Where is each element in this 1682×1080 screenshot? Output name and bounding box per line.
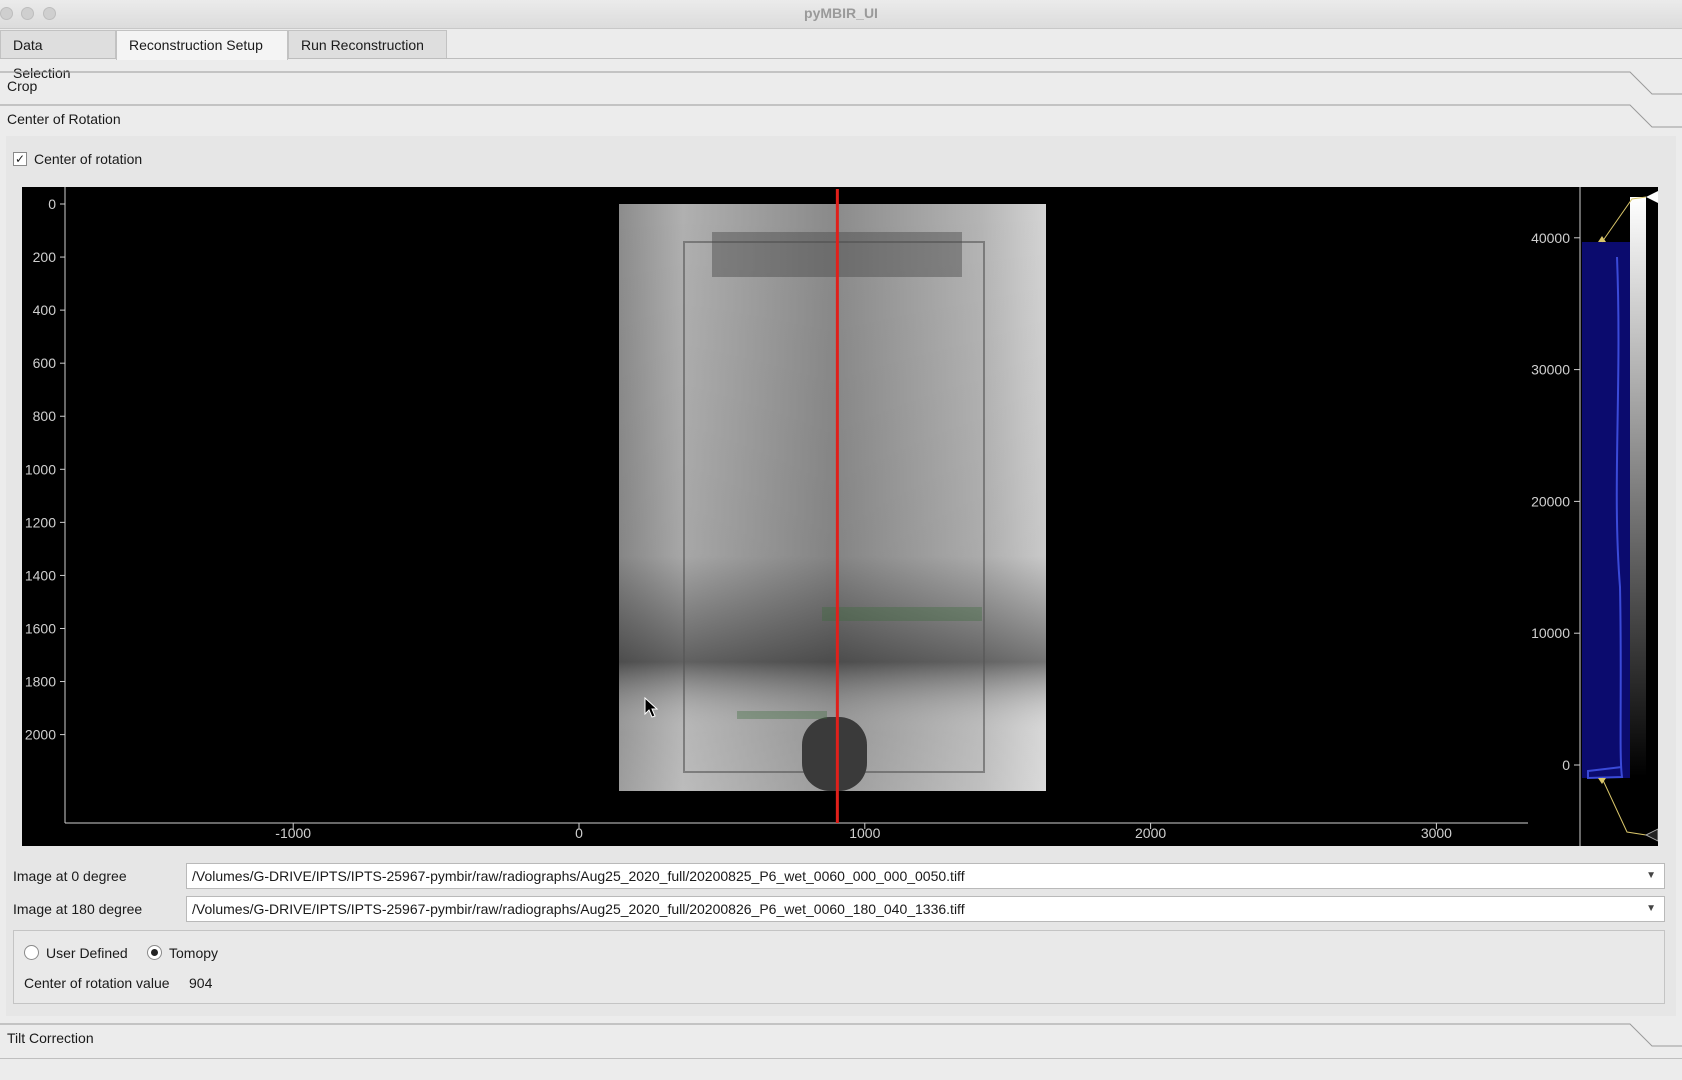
image-plot-y-axis: 0 200 400 600 800 1000 1200 1400 1600 1800 2000 — [25, 196, 65, 743]
histogram-tick-label: 0 — [1562, 757, 1570, 773]
window-title: pyMBIR_UI — [804, 5, 878, 21]
y-tick-label: 2000 — [25, 727, 56, 743]
chevron-down-icon: ▼ — [1646, 903, 1656, 914]
y-tick-label: 200 — [33, 249, 57, 265]
histogram-tick-label: 10000 — [1531, 625, 1570, 641]
tilt-section-divider — [0, 1023, 1682, 1047]
tilt-section-title: Tilt Correction — [7, 1030, 94, 1046]
histogram-axis: 40000 30000 20000 10000 0 — [1531, 230, 1580, 773]
tab-reconstruction-setup[interactable]: Reconstruction Setup — [116, 30, 288, 60]
y-tick-label: 400 — [33, 302, 57, 318]
crop-section-header[interactable]: Crop — [0, 70, 1682, 102]
x-tick-label: 2000 — [1135, 825, 1166, 841]
bottom-divider — [0, 1058, 1682, 1059]
histogram-tick-label: 30000 — [1531, 362, 1570, 378]
chevron-down-icon: ▼ — [1646, 870, 1656, 881]
histogram-tick-label: 40000 — [1531, 230, 1570, 246]
window-titlebar: pyMBIR_UI — [0, 0, 1682, 29]
y-tick-label: 1200 — [25, 514, 56, 530]
tomopy-label: Tomopy — [169, 945, 219, 961]
x-tick-label: -1000 — [275, 825, 311, 841]
tilt-section-header[interactable]: Tilt Correction — [0, 1022, 1682, 1054]
tomopy-radio[interactable] — [147, 945, 162, 960]
image-180-degree-label: Image at 180 degree — [13, 901, 143, 917]
image-0-degree-label: Image at 0 degree — [13, 868, 127, 884]
radiograph-image — [619, 204, 1046, 791]
x-tick-label: 1000 — [849, 825, 880, 841]
center-section-title: Center of Rotation — [7, 111, 121, 127]
y-tick-label: 1800 — [25, 674, 56, 690]
y-tick-label: 1400 — [25, 567, 56, 583]
center-mode-group — [13, 930, 1665, 1004]
image-plot-x-axis: -1000 0 1000 2000 3000 — [275, 823, 1452, 841]
user-defined-label: User Defined — [46, 945, 128, 961]
gradient-bar[interactable] — [1630, 197, 1646, 777]
tab-data-selection[interactable]: Data Selection — [0, 30, 116, 81]
level-max-handle[interactable] — [1598, 236, 1606, 242]
image-180-degree-select[interactable]: /Volumes/G-DRIVE/IPTS/IPTS-25967-pymbir/… — [186, 896, 1665, 922]
crop-section-title: Crop — [7, 78, 38, 94]
center-section-divider — [0, 104, 1682, 128]
tab-bar: Data Selection Reconstruction Setup Run … — [0, 30, 1682, 81]
y-tick-label: 600 — [33, 355, 57, 371]
center-section-header[interactable]: Center of Rotation — [0, 103, 1682, 135]
y-tick-label: 1600 — [25, 620, 56, 636]
image-plot-canvas[interactable]: 0 200 400 600 800 1000 1200 1400 1600 1800 2000 -1… — [22, 187, 1659, 846]
histogram-lut-widget[interactable] — [1579, 187, 1659, 846]
cor-value-label: Center of rotation value — [24, 975, 170, 991]
histogram-region[interactable] — [1582, 242, 1630, 778]
x-tick-label: 0 — [575, 825, 583, 841]
check-icon: ✓ — [14, 152, 26, 166]
user-defined-radio[interactable] — [24, 945, 39, 960]
center-of-rotation-checkbox[interactable]: ✓ — [13, 152, 27, 166]
y-tick-label: 800 — [33, 408, 57, 424]
y-tick-label: 0 — [48, 196, 56, 212]
x-tick-label: 3000 — [1421, 825, 1452, 841]
tab-run-reconstruction[interactable]: Run Reconstruction — [288, 30, 447, 58]
y-tick-label: 1000 — [25, 461, 56, 477]
mouse-cursor-icon — [644, 697, 659, 718]
image-0-degree-select[interactable]: /Volumes/G-DRIVE/IPTS/IPTS-25967-pymbir/… — [186, 863, 1665, 889]
center-of-rotation-checkbox-label: Center of rotation — [34, 151, 143, 167]
cor-value: 904 — [189, 975, 213, 991]
crop-section-divider — [0, 71, 1682, 95]
image-180-degree-value: /Volumes/G-DRIVE/IPTS/IPTS-25967-pymbir/… — [192, 901, 965, 917]
image-0-degree-value: /Volumes/G-DRIVE/IPTS/IPTS-25967-pymbir/… — [192, 868, 965, 884]
image-plot[interactable]: 0 200 400 600 800 1000 1200 1400 1600 1800 2000 -1… — [22, 187, 1659, 846]
gradient-bottom-tick[interactable] — [1644, 828, 1659, 842]
gradient-top-tick[interactable] — [1646, 191, 1658, 203]
histogram-tick-label: 20000 — [1531, 493, 1570, 509]
